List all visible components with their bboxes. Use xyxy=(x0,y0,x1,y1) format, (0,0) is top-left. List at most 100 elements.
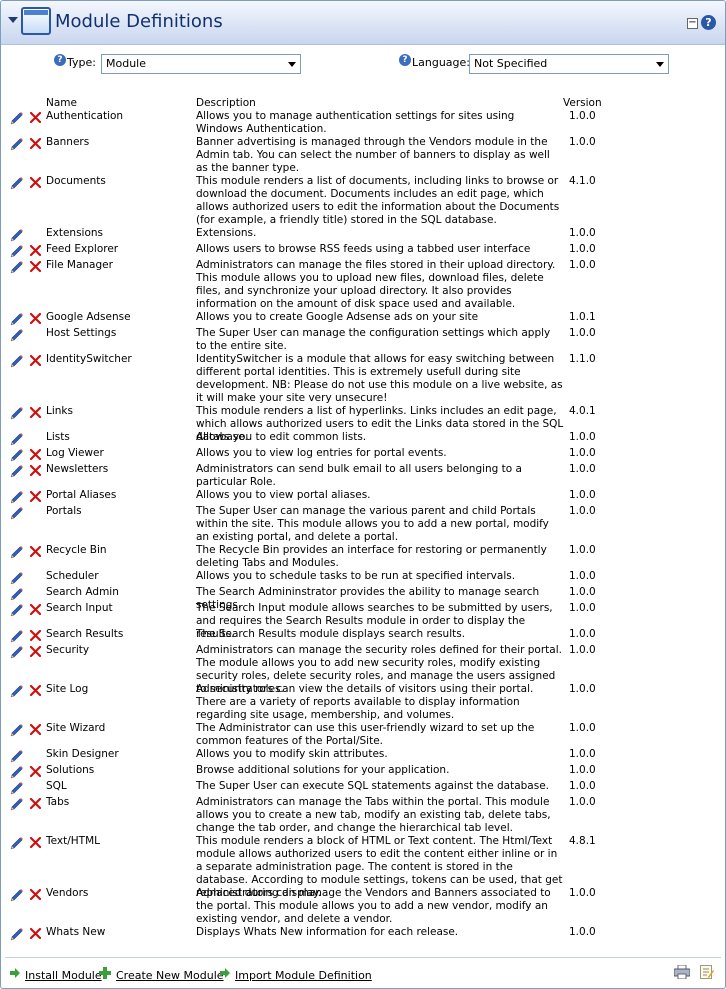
edit-pencil-icon[interactable] xyxy=(10,571,24,585)
edit-pencil-icon[interactable] xyxy=(10,448,24,462)
module-name: Log Viewer xyxy=(46,447,104,459)
module-version: 1.0.0 xyxy=(569,780,596,792)
edit-pencil-icon[interactable] xyxy=(10,328,24,342)
module-version: 1.0.0 xyxy=(569,586,596,598)
delete-icon[interactable] xyxy=(30,546,41,557)
module-name: Lists xyxy=(46,431,70,443)
edit-pencil-icon[interactable] xyxy=(10,765,24,779)
delete-icon[interactable] xyxy=(30,604,41,615)
module-description: IdentitySwitcher is a module that allows… xyxy=(196,353,563,404)
footer-divider xyxy=(5,957,721,958)
edit-pencil-icon[interactable] xyxy=(10,797,24,811)
delete-icon[interactable] xyxy=(30,685,41,696)
delete-icon[interactable] xyxy=(30,646,41,657)
module-name: Search Results xyxy=(46,628,124,640)
module-version: 1.0.0 xyxy=(569,431,596,443)
delete-icon[interactable] xyxy=(30,889,41,900)
module-description: Allows you to schedule tasks to be run a… xyxy=(196,570,516,582)
delete-icon[interactable] xyxy=(30,798,41,809)
module-description: Administrators can manage the files stor… xyxy=(196,259,556,310)
edit-pencil-icon[interactable] xyxy=(10,244,24,258)
edit-pencil-icon[interactable] xyxy=(10,506,24,520)
module-version: 1.0.0 xyxy=(569,887,596,899)
module-version: 1.0.0 xyxy=(569,926,596,938)
edit-pencil-icon[interactable] xyxy=(10,836,24,850)
print-icon[interactable] xyxy=(674,965,690,979)
edit-pencil-icon[interactable] xyxy=(10,723,24,737)
language-select[interactable]: Not Specified xyxy=(469,54,669,74)
install-module-link[interactable]: Install Module xyxy=(25,969,102,982)
delete-icon[interactable] xyxy=(30,724,41,735)
module-name: SQL xyxy=(46,780,67,792)
edit-pencil-icon[interactable] xyxy=(10,587,24,601)
edit-pencil-icon[interactable] xyxy=(10,684,24,698)
edit-pencil-icon[interactable] xyxy=(10,432,24,446)
edit-pencil-icon[interactable] xyxy=(10,464,24,478)
column-header-description: Description xyxy=(196,97,256,109)
help-button[interactable]: ? xyxy=(701,15,716,30)
delete-icon[interactable] xyxy=(30,355,41,366)
module-version: 1.0.0 xyxy=(569,683,596,695)
module-name: Documents xyxy=(46,175,106,187)
edit-pencil-icon[interactable] xyxy=(10,888,24,902)
install-arrow-icon xyxy=(10,968,20,978)
module-version: 1.0.0 xyxy=(569,447,596,459)
delete-icon[interactable] xyxy=(30,630,41,641)
delete-icon[interactable] xyxy=(30,138,41,149)
edit-pencil-icon[interactable] xyxy=(10,406,24,420)
chevron-down-icon xyxy=(656,62,664,67)
language-help-icon[interactable]: ? xyxy=(399,54,411,66)
module-version: 1.0.0 xyxy=(569,628,596,640)
delete-icon[interactable] xyxy=(30,177,41,188)
edit-pencil-icon[interactable] xyxy=(10,545,24,559)
delete-icon[interactable] xyxy=(30,766,41,777)
edit-pencil-icon[interactable] xyxy=(10,749,24,763)
edit-pencil-icon[interactable] xyxy=(10,781,24,795)
delete-icon[interactable] xyxy=(30,465,41,476)
edit-pencil-icon[interactable] xyxy=(10,111,24,125)
edit-pencil-icon[interactable] xyxy=(10,354,24,368)
module-description: Allows you to view log entries for porta… xyxy=(196,447,447,459)
edit-pencil-icon[interactable] xyxy=(10,260,24,274)
module-version: 1.0.0 xyxy=(569,544,596,556)
collapse-arrow-icon[interactable] xyxy=(8,17,18,23)
create-new-module-link[interactable]: Create New Module xyxy=(116,969,224,982)
delete-icon[interactable] xyxy=(30,313,41,324)
delete-icon[interactable] xyxy=(30,261,41,272)
module-description: The Super User can manage the various pa… xyxy=(196,505,549,543)
module-version: 1.0.0 xyxy=(569,227,596,239)
import-module-definition-link[interactable]: Import Module Definition xyxy=(235,969,372,982)
module-version: 1.0.0 xyxy=(569,136,596,148)
delete-icon[interactable] xyxy=(30,928,41,939)
type-help-icon[interactable]: ? xyxy=(54,54,66,66)
edit-pencil-icon[interactable] xyxy=(10,645,24,659)
module-version: 1.0.0 xyxy=(569,463,596,475)
delete-icon[interactable] xyxy=(30,112,41,123)
module-description: Extensions. xyxy=(196,227,257,239)
module-version: 4.8.1 xyxy=(569,835,596,847)
module-description: This module renders a list of documents,… xyxy=(196,175,560,226)
edit-settings-icon[interactable] xyxy=(700,965,714,979)
module-name: File Manager xyxy=(46,259,113,271)
edit-pencil-icon[interactable] xyxy=(10,228,24,242)
delete-icon[interactable] xyxy=(30,407,41,418)
delete-icon[interactable] xyxy=(30,491,41,502)
minimize-button[interactable]: − xyxy=(687,18,698,29)
module-name: Search Input xyxy=(46,602,113,614)
edit-pencil-icon[interactable] xyxy=(10,176,24,190)
edit-pencil-icon[interactable] xyxy=(10,927,24,941)
edit-pencil-icon[interactable] xyxy=(10,603,24,617)
edit-pencil-icon[interactable] xyxy=(10,137,24,151)
module-name: Newsletters xyxy=(46,463,109,475)
module-version: 4.1.0 xyxy=(569,175,596,187)
module-name: Banners xyxy=(46,136,90,148)
delete-icon[interactable] xyxy=(30,449,41,460)
module-name: Tabs xyxy=(46,796,70,808)
edit-pencil-icon[interactable] xyxy=(10,312,24,326)
delete-icon[interactable] xyxy=(30,245,41,256)
delete-icon[interactable] xyxy=(30,837,41,848)
edit-pencil-icon[interactable] xyxy=(10,629,24,643)
edit-pencil-icon[interactable] xyxy=(10,490,24,504)
module-version: 1.0.0 xyxy=(569,489,596,501)
type-select[interactable]: Module xyxy=(101,54,301,74)
